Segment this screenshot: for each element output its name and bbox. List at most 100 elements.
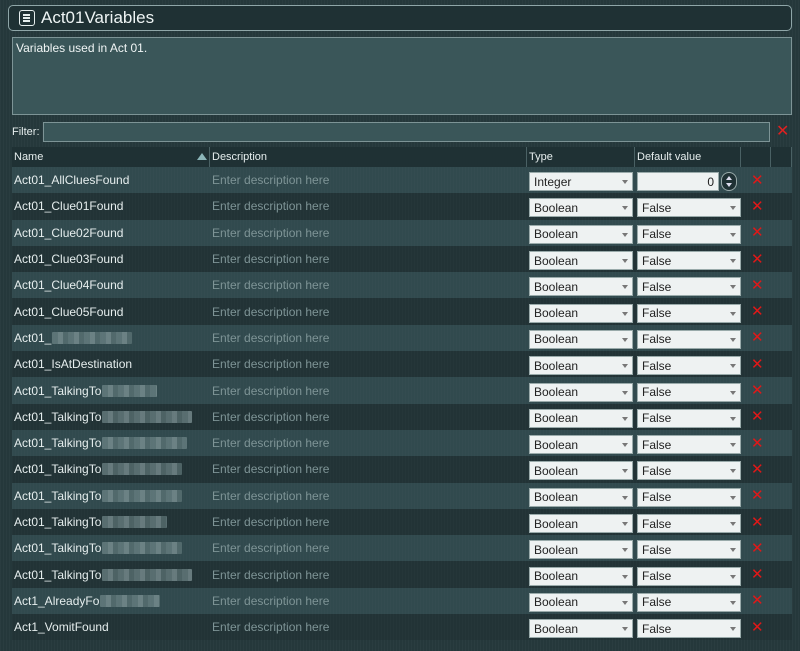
type-select[interactable]: Boolean	[529, 329, 633, 349]
default-select[interactable]: False	[637, 514, 741, 533]
variable-name-cell[interactable]: Act01_Clue02Found	[12, 220, 210, 246]
table-row[interactable]: Act01_TalkingTo Enter description here B…	[12, 403, 792, 430]
default-select[interactable]: False	[637, 592, 741, 612]
variable-name-cell[interactable]: Act01_Clue05Found	[12, 298, 210, 324]
description-cell[interactable]: Enter description here	[210, 220, 527, 246]
table-row[interactable]: Act01_Clue01Found Enter description here…	[12, 193, 792, 220]
close-icon[interactable]: ✕	[743, 436, 764, 451]
close-icon[interactable]: ✕	[743, 225, 764, 240]
type-select[interactable]: Boolean	[529, 356, 633, 376]
table-row[interactable]: Act01_TalkingTo Enter description here B…	[12, 561, 792, 588]
description-cell[interactable]: Enter description here	[210, 298, 527, 324]
description-cell[interactable]: Enter description here	[210, 509, 527, 535]
description-cell[interactable]: Enter description here	[210, 561, 527, 587]
close-icon[interactable]: ✕	[743, 252, 764, 267]
variable-name-cell[interactable]: Act01_AllCluesFound	[12, 167, 210, 193]
table-row[interactable]: Act01_TalkingTo Enter description here B…	[12, 456, 792, 483]
column-header-description[interactable]: Description	[210, 147, 527, 167]
type-select[interactable]: Boolean	[529, 540, 633, 560]
description-cell[interactable]: Enter description here	[210, 588, 527, 614]
default-select[interactable]: False	[637, 619, 741, 639]
type-select[interactable]: Boolean	[529, 566, 633, 586]
chevron-up-icon[interactable]	[726, 176, 732, 181]
column-header-name[interactable]: Name	[12, 147, 210, 167]
default-select[interactable]: False	[637, 461, 741, 481]
variable-name-cell[interactable]: Act01_TalkingTo	[12, 404, 210, 430]
variable-name-cell[interactable]: Act01_TalkingTo	[12, 377, 210, 403]
description-cell[interactable]: Enter description here	[210, 404, 527, 430]
filter-input[interactable]	[43, 122, 770, 142]
description-cell[interactable]: Enter description here	[210, 430, 527, 456]
description-cell[interactable]: Enter description here	[210, 167, 527, 193]
type-select[interactable]: Boolean	[529, 303, 633, 323]
default-select[interactable]: False	[637, 224, 741, 244]
variable-name-cell[interactable]: Act01_Clue03Found	[12, 246, 210, 272]
table-row[interactable]: Act01_AllCluesFound Enter description he…	[12, 167, 792, 194]
default-select[interactable]: False	[637, 356, 741, 376]
default-select[interactable]: False	[637, 303, 741, 323]
close-icon[interactable]: ✕	[743, 541, 764, 556]
close-icon[interactable]: ✕	[743, 304, 764, 319]
default-select[interactable]: False	[637, 408, 741, 428]
type-select[interactable]: Boolean	[529, 619, 633, 639]
default-select[interactable]: False	[637, 277, 741, 297]
table-row[interactable]: Act01_TalkingTo Enter description here B…	[12, 535, 792, 562]
variable-name-cell[interactable]: Act01_Clue01Found	[12, 193, 210, 219]
default-number-input[interactable]: 0	[637, 172, 719, 192]
variable-name-cell[interactable]: Act01_TalkingTo	[12, 561, 210, 587]
table-row[interactable]: Act01_TalkingTo Enter description here B…	[12, 377, 792, 404]
column-header-type[interactable]: Type	[527, 147, 635, 167]
type-select[interactable]: Boolean	[529, 408, 633, 428]
close-icon[interactable]: ✕	[743, 199, 764, 214]
variable-name-cell[interactable]: Act01_TalkingTo	[12, 483, 210, 509]
variable-name-cell[interactable]: Act01_TalkingTo	[12, 430, 210, 456]
description-cell[interactable]: Enter description here	[210, 325, 527, 351]
description-cell[interactable]: Enter description here	[210, 456, 527, 482]
type-select[interactable]: Boolean	[529, 487, 633, 507]
table-row[interactable]: Act01_TalkingTo Enter description here B…	[12, 482, 792, 509]
variable-name-cell[interactable]: Act1_AlreadyFo	[12, 588, 210, 614]
variable-name-cell[interactable]: Act1_VomitFound	[12, 614, 210, 640]
table-row[interactable]: Act01_TalkingTo Enter description here B…	[12, 429, 792, 457]
table-row[interactable]: Act1_AlreadyFo Enter description here Bo…	[12, 587, 792, 615]
default-select[interactable]: False	[637, 329, 741, 349]
description-cell[interactable]: Enter description here	[210, 614, 527, 640]
type-select[interactable]: Boolean	[529, 277, 633, 297]
default-select[interactable]: False	[637, 251, 741, 271]
variable-name-cell[interactable]: Act01_TalkingTo	[12, 509, 210, 535]
default-select[interactable]: False	[637, 540, 741, 560]
description-cell[interactable]: Enter description here	[210, 193, 527, 219]
description-cell[interactable]: Enter description here	[210, 483, 527, 509]
table-row[interactable]: Act01_Clue02Found Enter description here…	[12, 219, 792, 246]
variable-name-cell[interactable]: Act01_Clue04Found	[12, 272, 210, 298]
variable-name-cell[interactable]: Act01_TalkingTo	[12, 535, 210, 561]
variable-name-cell[interactable]: Act01_IsAtDestination	[12, 351, 210, 377]
close-icon[interactable]: ✕	[776, 124, 789, 140]
type-select[interactable]: Boolean	[529, 435, 633, 455]
type-select[interactable]: Boolean	[529, 198, 633, 218]
variable-name-cell[interactable]: Act01_TalkingTo	[12, 456, 210, 482]
type-select[interactable]: Boolean	[529, 514, 633, 533]
close-icon[interactable]: ✕	[743, 173, 764, 188]
close-icon[interactable]: ✕	[743, 620, 764, 635]
description-cell[interactable]: Enter description here	[210, 351, 527, 377]
table-row[interactable]: Act1_VomitFound Enter description here B…	[12, 614, 792, 641]
column-header-default[interactable]: Default value	[635, 147, 741, 167]
table-row[interactable]: Act01_IsAtDestination Enter description …	[12, 351, 792, 378]
description-cell[interactable]: Enter description here	[210, 535, 527, 561]
default-select[interactable]: False	[637, 435, 741, 455]
type-select[interactable]: Boolean	[529, 251, 633, 271]
default-select[interactable]: False	[637, 382, 741, 402]
default-select[interactable]: False	[637, 198, 741, 218]
description-textarea[interactable]: Variables used in Act 01.	[12, 37, 792, 115]
type-select[interactable]: Boolean	[529, 382, 633, 402]
close-icon[interactable]: ✕	[743, 330, 764, 345]
close-icon[interactable]: ✕	[743, 567, 764, 582]
close-icon[interactable]: ✕	[743, 278, 764, 293]
close-icon[interactable]: ✕	[743, 383, 764, 398]
description-cell[interactable]: Enter description here	[210, 246, 527, 272]
close-icon[interactable]: ✕	[743, 488, 764, 503]
type-select[interactable]: Integer	[529, 172, 633, 192]
table-row[interactable]: Act01_ Enter description here Boolean Fa…	[12, 324, 792, 352]
close-icon[interactable]: ✕	[743, 357, 764, 372]
